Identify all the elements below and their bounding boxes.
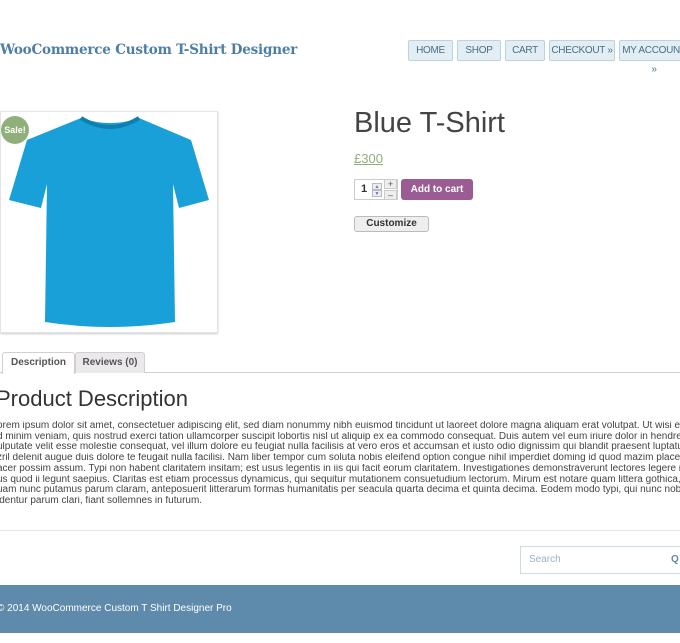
product-title: Blue T-Shirt xyxy=(354,107,505,139)
footer: © 2014 WooCommerce Custom T Shirt Design… xyxy=(0,585,680,633)
search-placeholder: Search xyxy=(529,554,561,565)
description-line: identur parum clari, fiant sollemnes in … xyxy=(0,495,203,506)
add-to-cart-button[interactable]: Add to cart xyxy=(401,179,473,200)
search-icon[interactable]: Q xyxy=(671,547,679,573)
minus-button[interactable]: – xyxy=(384,190,397,200)
description-text: orem ipsum dolor sit amet, consectetuer … xyxy=(0,421,680,507)
product-image[interactable] xyxy=(0,111,218,333)
site-title[interactable]: WooCommerce Custom T-Shirt Designer xyxy=(0,42,297,58)
description-line: us quod ii legunt saepius. Claritas est … xyxy=(0,474,680,485)
spin-down-icon[interactable]: ▼ xyxy=(372,190,382,197)
description-line: d minim veniam, quis nostrud exerci tati… xyxy=(0,431,680,442)
nav-home[interactable]: HOME xyxy=(408,40,453,61)
description-line: zril delenit augue duis dolore te feugai… xyxy=(0,453,680,464)
customize-button[interactable]: Customize xyxy=(354,216,429,232)
spin-up-icon[interactable]: ▲ xyxy=(372,183,382,190)
description-line: acer possim assum. Typi non habent clari… xyxy=(0,463,680,474)
nav-checkout[interactable]: CHECKOUT » xyxy=(549,40,615,61)
nav-shop[interactable]: SHOP xyxy=(457,40,501,61)
nav-my-account[interactable]: MY ACCOUNT » xyxy=(619,40,680,75)
description-line: orem ipsum dolor sit amet, consectetuer … xyxy=(0,421,680,431)
nav-cart[interactable]: CART xyxy=(505,40,545,61)
product-price: £300 xyxy=(354,151,383,166)
footer-copyright: © 2014 xyxy=(0,603,33,614)
tab-description[interactable]: Description xyxy=(2,352,75,374)
sale-badge: Sale! xyxy=(1,116,29,144)
description-line: ulputate velit esse molestie consequat, … xyxy=(0,442,680,453)
footer-link[interactable]: WooCommerce Custom T Shirt Designer Pro xyxy=(32,603,232,614)
tshirt-image xyxy=(9,116,209,327)
search-input[interactable]: Search Q xyxy=(520,546,680,574)
content-separator xyxy=(0,530,680,531)
tab-reviews[interactable]: Reviews (0) xyxy=(75,352,145,373)
description-line: uam nunc putamus parum claram, anteposue… xyxy=(0,485,680,496)
description-heading: Product Description xyxy=(0,386,188,411)
plus-button[interactable]: + xyxy=(384,179,397,189)
